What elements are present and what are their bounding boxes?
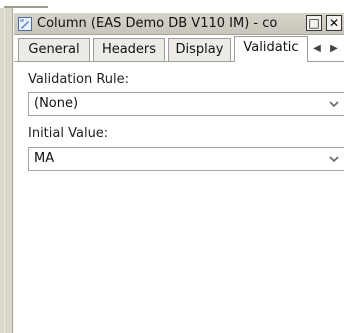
validation-rule-label: Validation Rule:: [28, 72, 130, 87]
chevron-down-icon[interactable]: [325, 150, 343, 168]
tab-scroll-left-icon[interactable]: ◀: [309, 43, 325, 54]
maximize-button[interactable]: □: [306, 15, 322, 31]
window-title: Column (EAS Demo DB V110 IM) - co: [37, 16, 278, 31]
initial-value-dropdown[interactable]: MA: [28, 147, 344, 171]
initial-value-value: MA: [34, 151, 55, 166]
validation-rule-value: (None): [34, 96, 79, 111]
validation-panel: Validation Rule: (None) Initial Value: M…: [14, 62, 344, 333]
tab-label: Headers: [101, 42, 157, 57]
close-button[interactable]: ✕: [326, 15, 342, 31]
app-icon: [18, 17, 32, 31]
tab-scroll-buttons: ◀ ▶: [309, 43, 343, 59]
column-properties-window: Column (EAS Demo DB V110 IM) - co □ ✕ Ge…: [13, 13, 344, 333]
chevron-down-icon[interactable]: [325, 95, 343, 113]
close-icon: ✕: [328, 16, 340, 30]
tab-display[interactable]: Display: [168, 38, 231, 61]
initial-value-label: Initial Value:: [28, 126, 109, 141]
parent-window-border: [0, 8, 13, 333]
tab-label: Display: [175, 42, 224, 57]
tab-general[interactable]: General: [18, 38, 90, 61]
tab-label: General: [28, 42, 80, 57]
tab-bar: General Headers Display Validatic ◀ ▶: [14, 36, 344, 62]
title-bar[interactable]: Column (EAS Demo DB V110 IM) - co □ ✕: [14, 13, 344, 35]
tab-validation[interactable]: Validatic: [234, 36, 308, 62]
tab-headers[interactable]: Headers: [93, 38, 165, 61]
tab-scroll-right-icon[interactable]: ▶: [326, 43, 342, 54]
maximize-icon: □: [308, 16, 320, 30]
background: Column (EAS Demo DB V110 IM) - co □ ✕ Ge…: [0, 0, 344, 333]
validation-rule-dropdown[interactable]: (None): [28, 92, 344, 116]
tab-label: Validatic: [243, 40, 299, 55]
